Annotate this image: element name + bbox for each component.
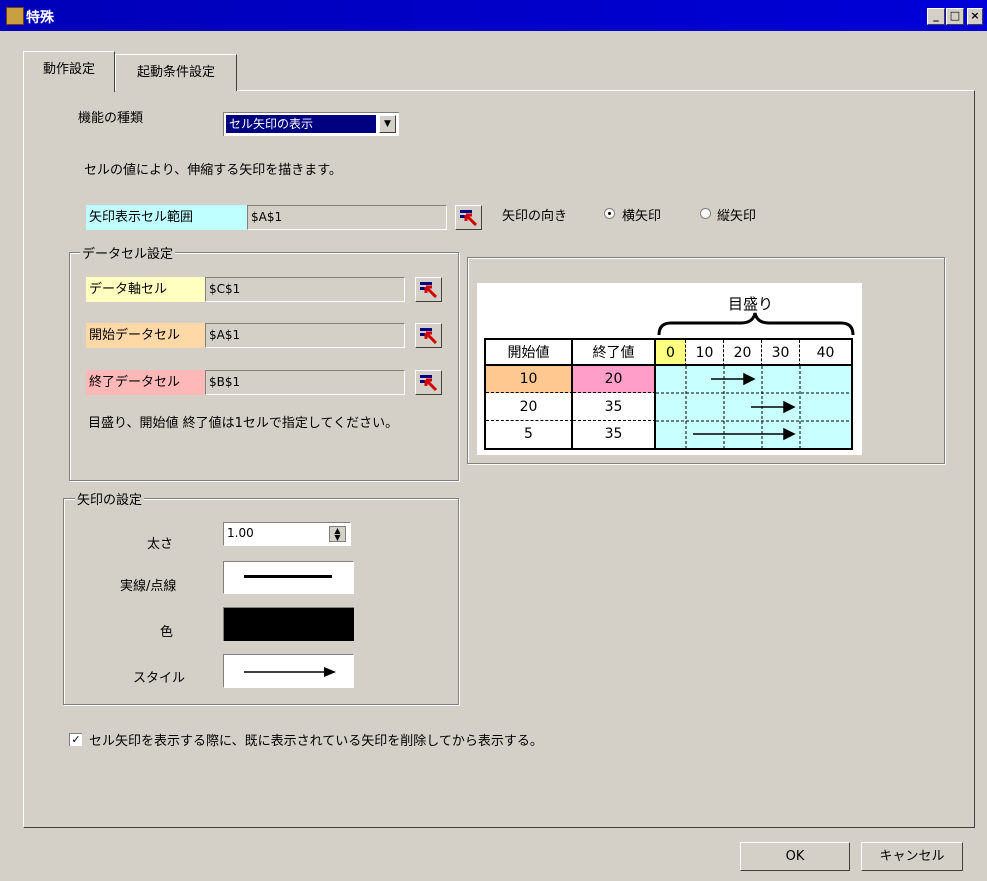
axis-30: 30 (762, 340, 800, 366)
data-axis-pick-button[interactable] (415, 277, 442, 302)
example-diagram: 目盛り 開始値 終了値 0 10 20 30 40 10 20 20 35 5 … (477, 283, 862, 455)
row2-end: 35 (573, 393, 656, 421)
row3-end: 35 (573, 421, 656, 448)
window-title: 特殊 (26, 10, 54, 26)
cell-pick-icon (420, 375, 438, 392)
row3-start: 5 (486, 421, 573, 448)
brace-icon (657, 312, 855, 336)
end-data-pick-button[interactable] (415, 370, 442, 395)
radio-horizontal-label[interactable]: 横矢印 (622, 205, 661, 224)
arrow-style-select[interactable] (223, 654, 354, 688)
arrow-settings-title: 矢印の設定 (75, 489, 145, 508)
row2-start: 20 (486, 393, 573, 421)
color-label: 色 (160, 625, 174, 640)
cell-pick-icon (420, 328, 438, 345)
end-data-label: 終了データセル (86, 370, 205, 395)
axis-0: 0 (656, 340, 686, 366)
thickness-spinner[interactable]: 1.00 ▲ ▼ (223, 522, 351, 546)
data-axis-field[interactable]: $C$1 (205, 277, 405, 302)
delete-existing-label[interactable]: セル矢印を表示する際に、既に表示されている矢印を削除してから表示する。 (89, 730, 543, 749)
solid-line-icon (244, 575, 332, 578)
line-type-select[interactable] (223, 561, 354, 594)
row1-end: 20 (573, 366, 656, 393)
arrow-range-field[interactable]: $A$1 (247, 205, 447, 230)
app-icon (6, 7, 24, 25)
chevron-down-icon[interactable]: ▼ (379, 115, 396, 133)
axis-40: 40 (800, 340, 851, 366)
radio-horizontal[interactable] (604, 208, 615, 219)
function-type-value: セル矢印の表示 (226, 115, 376, 133)
header-end: 終了値 (573, 340, 656, 366)
start-data-label: 開始データセル (86, 323, 205, 348)
cell-pick-icon (420, 282, 438, 299)
data-cell-note: 目盛り、開始値 終了値は1セルで指定してください。 (88, 416, 399, 431)
cancel-button[interactable]: キャンセル (861, 842, 963, 871)
thickness-value: 1.00 (227, 526, 254, 540)
axis-10: 10 (686, 340, 724, 366)
title-bar[interactable] (0, 0, 987, 31)
row1-start: 10 (486, 366, 573, 393)
arrow-range-label: 矢印表示セル範囲 (86, 205, 247, 230)
delete-existing-checkbox[interactable]: ✓ (69, 733, 82, 746)
tab-action-settings[interactable]: 動作設定 (23, 51, 115, 92)
description-text: セルの値により、伸縮する矢印を描きます。 (84, 163, 342, 178)
tab-start-condition[interactable]: 起動条件設定 (115, 54, 237, 91)
maximize-button[interactable]: □ (946, 8, 964, 25)
function-type-select[interactable]: セル矢印の表示 ▼ (223, 112, 399, 136)
ok-button[interactable]: OK (740, 842, 850, 871)
axis-20: 20 (724, 340, 762, 366)
spinner-arrows-icon[interactable]: ▲ ▼ (329, 526, 346, 542)
radio-vertical[interactable] (700, 208, 711, 219)
function-type-label: 機能の種類 (78, 111, 144, 126)
minimize-button[interactable]: _ (927, 8, 945, 25)
arrow-style-icon (244, 667, 336, 677)
color-swatch[interactable] (223, 607, 354, 641)
data-axis-label: データ軸セル (86, 277, 205, 302)
end-data-field[interactable]: $B$1 (205, 370, 405, 395)
data-cell-group-title: データセル設定 (80, 243, 176, 262)
arrow-range-pick-button[interactable] (455, 205, 482, 230)
cell-pick-icon (460, 210, 478, 227)
direction-label: 矢印の向き (502, 209, 568, 224)
style-label: スタイル (133, 671, 186, 686)
close-button[interactable]: × (967, 8, 983, 25)
line-type-label: 実線/点線 (120, 579, 177, 594)
thickness-label: 太さ (147, 537, 174, 552)
arrow-grid (656, 366, 851, 448)
radio-vertical-label[interactable]: 縦矢印 (717, 205, 756, 224)
start-data-pick-button[interactable] (415, 323, 442, 348)
start-data-field[interactable]: $A$1 (205, 323, 405, 348)
header-start: 開始値 (486, 340, 573, 366)
